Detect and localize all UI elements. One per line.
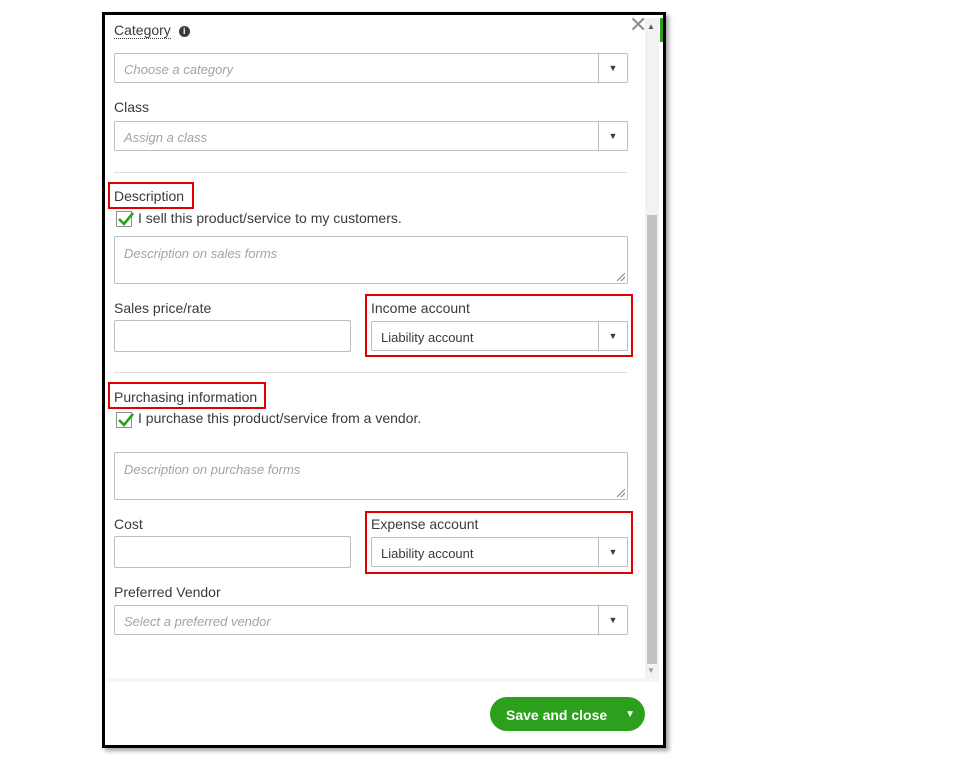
drawer-accent-bar (660, 18, 663, 42)
purchase-description-placeholder: Description on purchase forms (124, 462, 301, 477)
category-select[interactable]: Choose a category ▼ (114, 53, 628, 83)
expense-account-select[interactable]: Liability account ▼ (371, 537, 628, 567)
class-label: Class (114, 99, 150, 115)
cost-input[interactable] (114, 536, 351, 568)
chevron-down-icon[interactable]: ▼ (598, 606, 627, 634)
info-icon[interactable]: i (178, 26, 190, 37)
resize-handle-icon[interactable] (617, 273, 625, 281)
save-and-close-button[interactable]: Save and close ▼ (490, 697, 645, 731)
expense-account-label: Expense account (371, 516, 479, 532)
chevron-down-icon[interactable]: ▼ (598, 538, 627, 566)
section-divider (114, 372, 627, 373)
scroll-down-arrow-icon[interactable]: ▼ (647, 666, 655, 675)
preferred-vendor-label: Preferred Vendor (114, 584, 221, 600)
preferred-vendor-select[interactable]: Select a preferred vendor ▼ (114, 605, 628, 635)
income-account-select[interactable]: Liability account ▼ (371, 321, 628, 351)
footer-divider (106, 678, 659, 682)
sales-description-placeholder: Description on sales forms (124, 246, 278, 261)
resize-handle-icon[interactable] (617, 489, 625, 497)
save-and-close-label: Save and close (506, 707, 608, 723)
chevron-down-icon[interactable]: ▼ (598, 54, 627, 82)
category-label: Category (114, 22, 171, 39)
purchase-checkbox-label[interactable]: I purchase this product/service from a v… (138, 410, 421, 426)
preferred-vendor-placeholder: Select a preferred vendor (124, 614, 271, 629)
checkmark-icon (118, 212, 135, 226)
class-select[interactable]: Assign a class ▼ (114, 121, 628, 151)
category-placeholder: Choose a category (124, 62, 234, 77)
description-heading: Description (114, 188, 185, 204)
purchasing-heading: Purchasing information (114, 389, 258, 405)
chevron-down-icon[interactable]: ▼ (625, 709, 635, 720)
chevron-down-icon[interactable]: ▼ (598, 122, 627, 150)
purchase-description-field[interactable]: Description on purchase forms (114, 452, 628, 500)
income-account-label: Income account (371, 300, 470, 316)
class-placeholder: Assign a class (124, 130, 208, 145)
sell-checkbox[interactable] (116, 211, 135, 227)
category-label-row: Category i (114, 22, 190, 39)
sales-price-label: Sales price/rate (114, 300, 212, 316)
chevron-down-icon[interactable]: ▼ (598, 322, 627, 350)
sales-price-input[interactable] (114, 320, 351, 352)
checkmark-icon (118, 413, 135, 427)
close-icon[interactable]: ✕ (629, 14, 647, 36)
scrollbar-thumb[interactable] (647, 215, 657, 664)
cost-label: Cost (114, 516, 143, 532)
purchase-checkbox[interactable] (116, 412, 135, 428)
sales-description-field[interactable]: Description on sales forms (114, 236, 628, 284)
income-account-value: Liability account (381, 330, 474, 345)
scroll-up-arrow-icon[interactable]: ▲ (647, 22, 655, 31)
sell-checkbox-label[interactable]: I sell this product/service to my custom… (138, 210, 402, 226)
expense-account-value: Liability account (381, 546, 474, 561)
section-divider (114, 172, 627, 173)
